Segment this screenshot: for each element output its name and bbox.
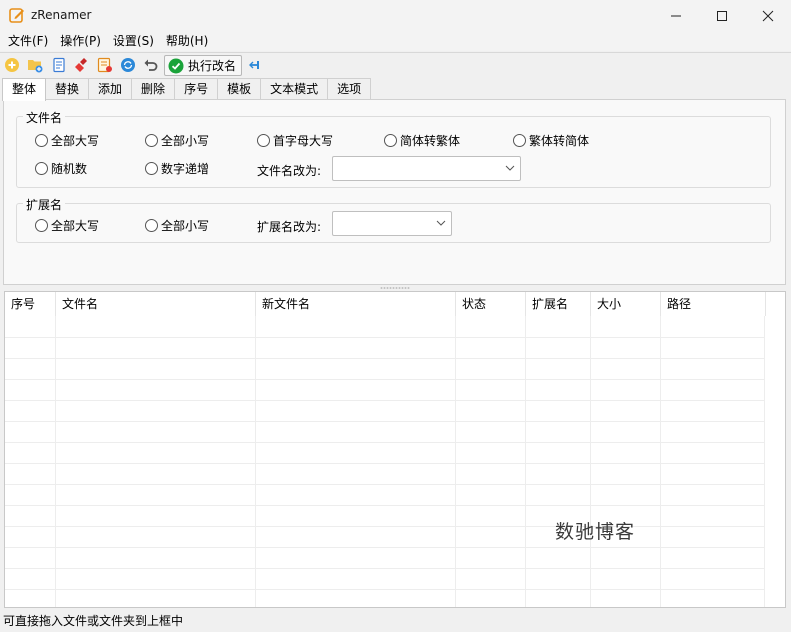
radio-circle[interactable] xyxy=(145,162,158,175)
radio-label: 简体转繁体 xyxy=(400,134,461,148)
filename-rename-to-combo[interactable] xyxy=(332,156,521,181)
maximize-button[interactable] xyxy=(699,0,745,31)
execute-rename-label: 执行改名 xyxy=(188,59,237,73)
extension-lowercase-radio[interactable]: 全部小写 xyxy=(145,217,209,234)
menu-file[interactable]: 文件(F) xyxy=(2,31,54,51)
radio-circle[interactable] xyxy=(145,219,158,232)
minimize-button[interactable] xyxy=(653,0,699,31)
filename-random-radio[interactable]: 随机数 xyxy=(35,160,87,177)
extension-rename-to-combo[interactable] xyxy=(332,211,452,236)
refresh-icon[interactable] xyxy=(120,57,136,73)
radio-label: 全部小写 xyxy=(161,134,210,148)
column-header-size[interactable]: 大小 xyxy=(591,292,661,316)
tab-text-mode[interactable]: 文本模式 xyxy=(260,78,329,100)
radio-label: 首字母大写 xyxy=(273,134,334,148)
close-button[interactable] xyxy=(745,0,791,31)
filename-to-traditional-radio[interactable]: 简体转繁体 xyxy=(384,132,460,149)
column-header-extension[interactable]: 扩展名 xyxy=(526,292,591,316)
filename-lowercase-radio[interactable]: 全部小写 xyxy=(145,132,209,149)
radio-label: 数字递增 xyxy=(161,162,210,176)
file-list-gridlines xyxy=(5,316,765,607)
maximize-icon xyxy=(717,10,727,21)
undo-icon[interactable] xyxy=(143,57,159,73)
add-folder-icon[interactable] xyxy=(27,57,43,73)
menu-operation[interactable]: 操作(P) xyxy=(54,31,107,51)
tab-add[interactable]: 添加 xyxy=(88,78,133,100)
tab-panel-overall: 文件名 全部大写 全部小写 首字母大写 简体转繁体 繁体转简体 随机数 数字递增 xyxy=(3,99,786,285)
radio-circle[interactable] xyxy=(35,162,48,175)
pin-icon[interactable] xyxy=(247,57,263,73)
tab-template[interactable]: 模板 xyxy=(217,78,262,100)
radio-label: 随机数 xyxy=(51,162,88,176)
radio-circle[interactable] xyxy=(384,134,397,147)
extension-uppercase-radio[interactable]: 全部大写 xyxy=(35,217,99,234)
chevron-down-icon xyxy=(505,165,515,171)
tab-delete[interactable]: 删除 xyxy=(131,78,176,100)
column-header-status[interactable]: 状态 xyxy=(456,292,526,316)
copy-list-icon[interactable] xyxy=(51,57,67,73)
window-title: zRenamer xyxy=(31,8,92,22)
file-list-header: 序号 文件名 新文件名 状态 扩展名 大小 路径 xyxy=(5,292,785,316)
title-bar[interactable]: zRenamer xyxy=(0,0,791,31)
toolbar: 执行改名 xyxy=(0,52,791,77)
pencil-edit-icon xyxy=(9,8,24,23)
radio-circle[interactable] xyxy=(145,134,158,147)
radio-circle[interactable] xyxy=(257,134,270,147)
extension-group-label: 扩展名 xyxy=(23,196,66,213)
tab-replace[interactable]: 替换 xyxy=(45,78,90,100)
menu-bar: 文件(F) 操作(P) 设置(S) 帮助(H) xyxy=(0,31,791,51)
radio-circle[interactable] xyxy=(513,134,526,147)
column-header-index[interactable]: 序号 xyxy=(5,292,56,316)
column-header-new-filename[interactable]: 新文件名 xyxy=(256,292,456,316)
radio-label: 全部大写 xyxy=(51,219,100,233)
radio-circle[interactable] xyxy=(35,219,48,232)
extension-rename-to-label: 扩展名改为: xyxy=(257,220,322,234)
menu-settings[interactable]: 设置(S) xyxy=(107,31,160,51)
check-circle-icon xyxy=(168,58,184,73)
filename-group: 文件名 全部大写 全部小写 首字母大写 简体转繁体 繁体转简体 随机数 数字递增 xyxy=(16,109,771,188)
tab-sequence[interactable]: 序号 xyxy=(174,78,219,100)
splitter-grip-icon[interactable] xyxy=(380,287,410,289)
file-list[interactable]: 序号 文件名 新文件名 状态 扩展名 大小 路径 xyxy=(4,291,786,608)
minimize-icon xyxy=(671,15,681,16)
column-header-filename[interactable]: 文件名 xyxy=(56,292,256,316)
watermark-text: 数驰博客 xyxy=(555,521,636,543)
tab-strip: 整体 替换 添加 删除 序号 模板 文本模式 选项 xyxy=(2,78,372,101)
filename-rename-to-label: 文件名改为: xyxy=(257,164,322,178)
clear-broom-icon[interactable] xyxy=(74,57,90,73)
filename-uppercase-radio[interactable]: 全部大写 xyxy=(35,132,99,149)
filename-to-simplified-radio[interactable]: 繁体转简体 xyxy=(513,132,589,149)
radio-label: 全部小写 xyxy=(161,219,210,233)
radio-label: 繁体转简体 xyxy=(529,134,590,148)
column-header-path[interactable]: 路径 xyxy=(661,292,766,316)
add-file-icon[interactable] xyxy=(4,57,20,73)
rename-rule-icon[interactable] xyxy=(97,57,113,73)
filename-group-label: 文件名 xyxy=(23,109,66,126)
status-bar: 可直接拖入文件或文件夹到上框中 xyxy=(0,610,791,632)
close-icon xyxy=(762,10,774,21)
execute-rename-button[interactable]: 执行改名 xyxy=(164,55,242,76)
menu-help[interactable]: 帮助(H) xyxy=(160,31,214,51)
extension-group: 扩展名 全部大写 全部小写 扩展名改为: xyxy=(16,196,771,243)
filename-increment-radio[interactable]: 数字递增 xyxy=(145,160,209,177)
radio-label: 全部大写 xyxy=(51,134,100,148)
tab-options[interactable]: 选项 xyxy=(327,78,372,100)
chevron-down-icon xyxy=(436,220,446,226)
tab-overall[interactable]: 整体 xyxy=(2,78,47,101)
filename-capitalize-radio[interactable]: 首字母大写 xyxy=(257,132,333,149)
radio-circle[interactable] xyxy=(35,134,48,147)
